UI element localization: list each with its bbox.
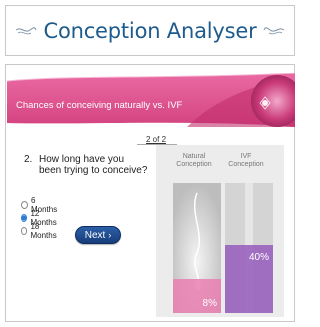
question-number: 2. (24, 154, 33, 165)
next-button[interactable]: Next › (75, 226, 121, 244)
radio-18-months[interactable] (21, 227, 28, 235)
radio-6-months[interactable] (21, 201, 28, 209)
option-18-months[interactable]: 18 Months (21, 222, 58, 240)
ivf-label: IVF Conception (228, 153, 264, 168)
natural-label: Natural Conception (176, 153, 212, 168)
ivf-value: 40% (248, 252, 269, 263)
natural-bar-track: 8% (173, 183, 221, 313)
natural-value: 8% (202, 298, 217, 309)
analyser-panel: Chances of conceiving naturally vs. IVF … (5, 64, 295, 322)
page-indicator: 2 of 2 (146, 135, 167, 144)
app-title: Conception Analyser (43, 19, 257, 43)
chevron-right-icon: › (108, 230, 112, 240)
comparison-chart: Natural Conception IVF Conception 8% 40% (156, 145, 284, 317)
radio-12-months[interactable] (21, 214, 28, 222)
option-label: 18 Months (30, 222, 57, 240)
banner: Chances of conceiving naturally vs. IVF (7, 73, 295, 127)
flourish-right-icon (263, 27, 284, 35)
ivf-bar-track: 40% (225, 183, 273, 313)
next-button-label: Next (84, 229, 106, 241)
flourish-left-icon (16, 27, 37, 35)
banner-title: Chances of conceiving naturally vs. IVF (16, 100, 183, 111)
title-panel: Conception Analyser (5, 5, 295, 56)
question-text: How long have you been trying to conceiv… (39, 154, 148, 176)
